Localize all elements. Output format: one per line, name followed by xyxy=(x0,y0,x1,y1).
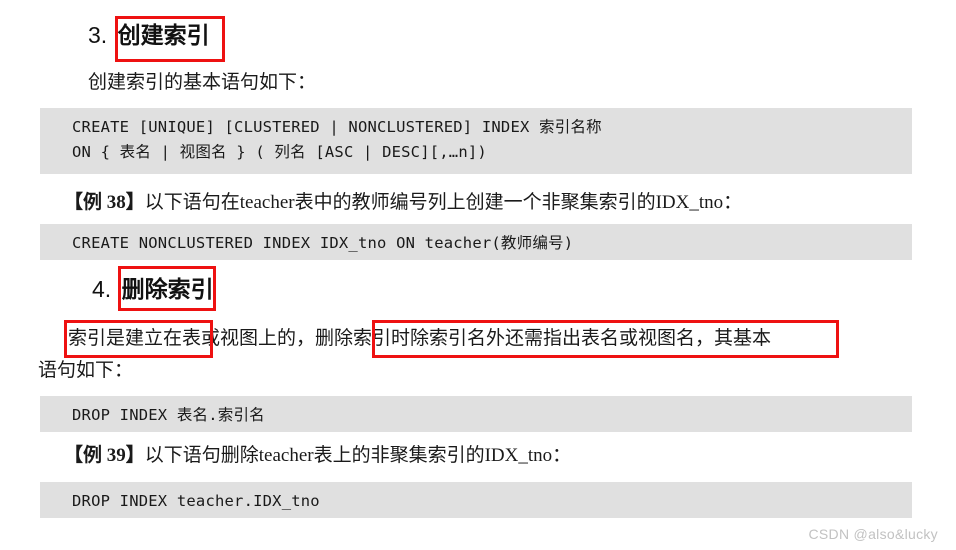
paragraph-highlight-1-text: 索引是建立在表或视图上的 xyxy=(68,328,297,349)
section-4-heading: 4. 删除索引 xyxy=(92,272,218,308)
section-4-number: 4. xyxy=(92,276,112,302)
example-38-line: 【例 38】以下语句在teacher表中的教师编号列上创建一个非聚集索引的IDX… xyxy=(64,188,742,218)
example-39-text: 以下语句删除teacher表上的非聚集索引的IDX_tno： xyxy=(144,445,572,466)
paragraph-tail-text: ，其基本 xyxy=(695,328,772,349)
drop-index-syntax-code: DROP INDEX 表名.索引名 xyxy=(40,396,912,432)
section-4-paragraph-line1: 索引是建立在表或视图上的，删除索引时除索引名外还需指出表名或视图名，其基本 xyxy=(68,324,771,354)
section-4-title: 删除索引 xyxy=(121,276,214,302)
paragraph-separator-1: ， xyxy=(296,328,316,349)
section-3-heading: 3. 创建索引 xyxy=(88,18,214,54)
create-index-syntax-code: CREATE [UNIQUE] [CLUSTERED | NONCLUSTERE… xyxy=(40,108,912,174)
example-39-code: DROP INDEX teacher.IDX_tno xyxy=(40,482,912,518)
section-4-paragraph-line2: 语句如下： xyxy=(38,360,134,381)
example-38-label: 【例 38】 xyxy=(64,192,145,213)
paragraph-highlight-2-text: 删除索引时除索引名外还需指出表名或视图名 xyxy=(315,328,696,349)
example-39-label: 【例 39】 xyxy=(64,445,145,466)
section-3-intro-text: 创建索引的基本语句如下： xyxy=(88,72,317,93)
document-page: 3. 创建索引 创建索引的基本语句如下： CREATE [UNIQUE] [CL… xyxy=(0,0,956,550)
example-38-text: 以下语句在teacher表中的教师编号列上创建一个非聚集索引的IDX_tno： xyxy=(144,192,743,213)
section-3-number: 3. xyxy=(88,22,108,48)
example-38-code: CREATE NONCLUSTERED INDEX IDX_tno ON tea… xyxy=(40,224,912,260)
csdn-watermark: CSDN @also&lucky xyxy=(808,526,938,542)
example-39-line: 【例 39】以下语句删除teacher表上的非聚集索引的IDX_tno： xyxy=(64,441,571,471)
section-3-title: 创建索引 xyxy=(117,22,210,48)
